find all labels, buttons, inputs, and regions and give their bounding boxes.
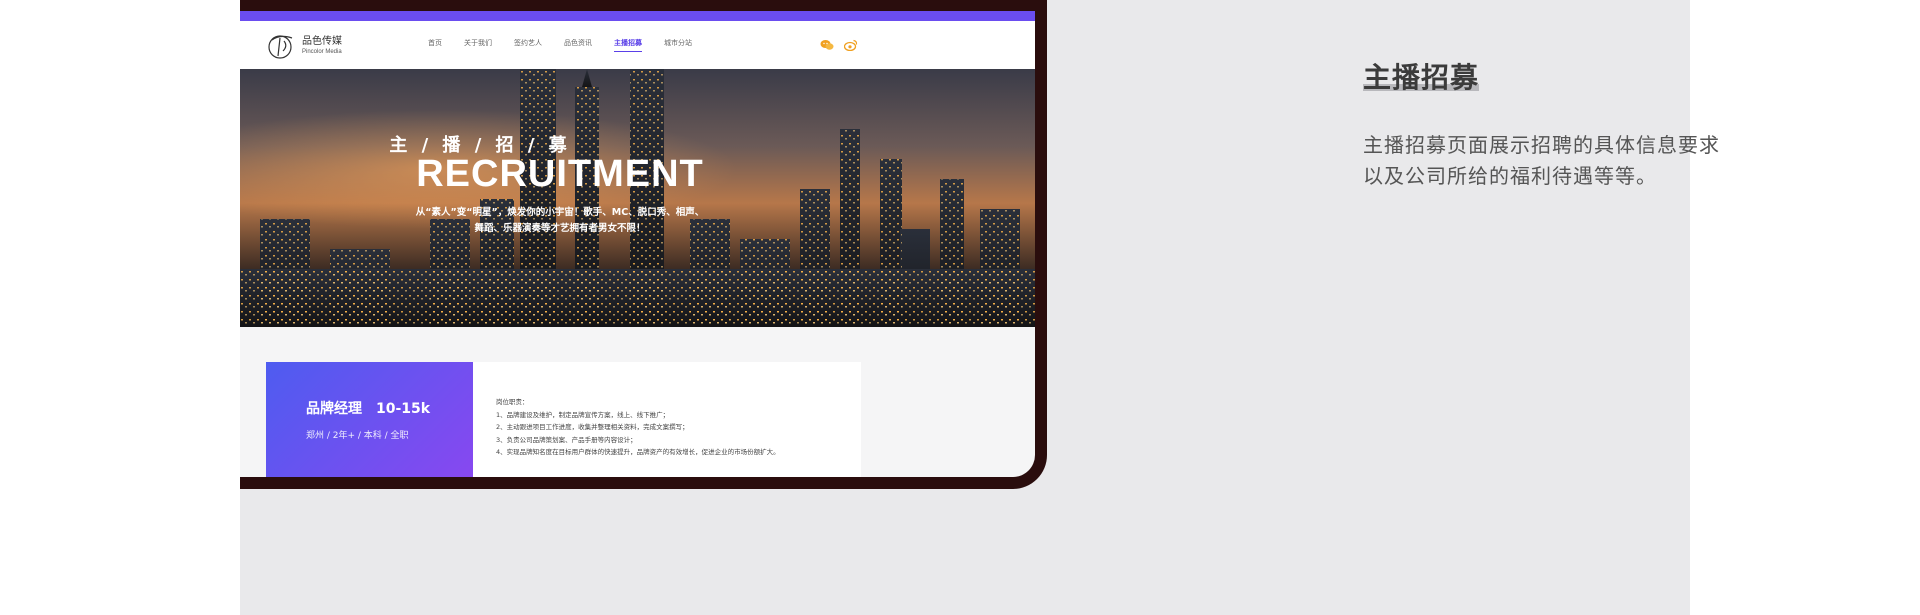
duties-heading: 岗位职责： <box>496 398 529 406</box>
duty-item: 1、品牌建设及维护，制定品牌宣传方案，线上、线下推广； <box>496 410 670 419</box>
hero-subtitle: 从“素人”变“明星”，焕发你的小宇宙！歌手、MC、脱口秀、相声、 舞蹈、乐器演奏… <box>400 205 720 237</box>
logo-en-text: Pincolor Media <box>302 49 342 55</box>
site-logo[interactable]: 品色传媒 Pincolor Media <box>266 32 342 60</box>
showcase-canvas: 品色传媒 Pincolor Media 首页 关于我们 签约艺人 品色资讯 主播… <box>240 0 1719 615</box>
hero-banner: 主 / 播 / 招 / 募 RECRUITMENT 从“素人”变“明星”，焕发你… <box>240 69 1035 327</box>
device-frame: 品色传媒 Pincolor Media 首页 关于我们 签约艺人 品色资讯 主播… <box>240 0 1047 489</box>
nav-item-branches[interactable]: 城市分站 <box>664 38 692 52</box>
hero-title-en: RECRUITMENT <box>416 153 704 195</box>
duty-item: 3、负责公司品牌策划案、产品手册等内容设计； <box>496 435 637 444</box>
nav-item-news[interactable]: 品色资讯 <box>564 38 592 52</box>
section-title: 主播招募 <box>1363 61 1480 94</box>
nav-item-home[interactable]: 首页 <box>428 38 442 52</box>
job-summary-panel: 品牌经理 10-15k 郑州 / 2年+ / 本科 / 全职 <box>266 362 473 477</box>
social-icons <box>820 39 858 51</box>
website-preview: 品色传媒 Pincolor Media 首页 关于我们 签约艺人 品色资讯 主播… <box>240 21 1035 477</box>
wechat-icon[interactable] <box>820 39 834 51</box>
job-title: 品牌经理 <box>306 401 362 417</box>
weibo-icon[interactable] <box>844 39 858 51</box>
top-accent-bar <box>240 11 1035 21</box>
nav-links: 首页 关于我们 签约艺人 品色资讯 主播招募 城市分站 <box>428 38 692 52</box>
logo-cn-text: 品色传媒 <box>302 36 342 47</box>
hero-subtitle-line2: 舞蹈、乐器演奏等才艺拥有者男女不限！ <box>474 223 646 234</box>
job-duties: 岗位职责： 1、品牌建设及维护，制定品牌宣传方案，线上、线下推广； 2、主动跟进… <box>496 396 846 459</box>
job-meta: 郑州 / 2年+ / 本科 / 全职 <box>306 431 409 441</box>
job-title-row: 品牌经理 10-15k <box>306 398 473 418</box>
nav-item-recruit[interactable]: 主播招募 <box>614 38 642 52</box>
site-navbar: 品色传媒 Pincolor Media 首页 关于我们 签约艺人 品色资讯 主播… <box>240 21 1035 69</box>
city-skyline-image <box>240 69 1035 327</box>
description-line1: 主播招募页面展示招聘的具体信息要求 <box>1363 133 1720 157</box>
hero-subtitle-line1: 从“素人”变“明星”，焕发你的小宇宙！歌手、MC、脱口秀、相声、 <box>415 207 705 218</box>
nav-item-artists[interactable]: 签约艺人 <box>514 38 542 52</box>
logo-mark-icon <box>268 35 293 59</box>
duty-item: 4、实现品牌知名度在目标用户群体的快速提升，品牌资产的有效增长，促进企业的市场份… <box>496 448 780 456</box>
description-line2: 以及公司所给的福利待遇等等。 <box>1363 164 1657 188</box>
job-card[interactable]: 品牌经理 10-15k 郑州 / 2年+ / 本科 / 全职 岗位职责： 1、品牌… <box>266 362 861 477</box>
section-description: 主播招募页面展示招聘的具体信息要求 以及公司所给的福利待遇等等。 <box>1363 130 1753 192</box>
job-salary: 10-15k <box>376 401 431 417</box>
nav-item-about[interactable]: 关于我们 <box>464 38 492 52</box>
duty-item: 2、主动跟进项目工作进度，收集并整理相关资料，完成文案撰写； <box>496 423 689 431</box>
